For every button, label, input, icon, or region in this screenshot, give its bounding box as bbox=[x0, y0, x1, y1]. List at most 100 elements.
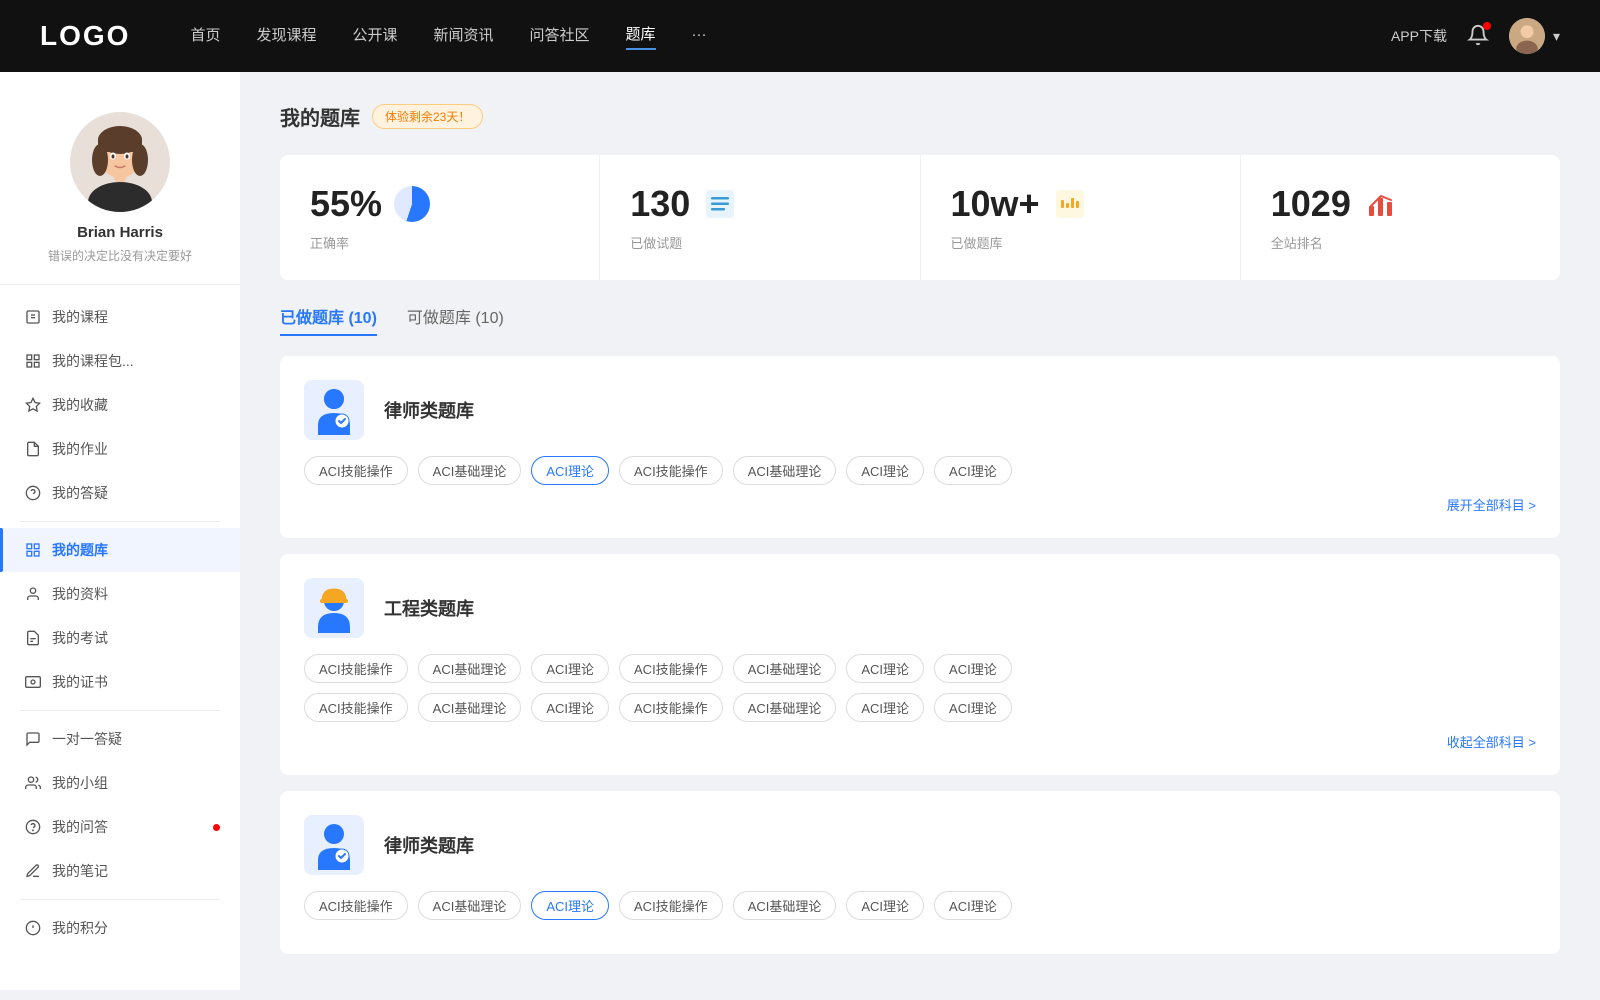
sidebar-item-my-homework[interactable]: 我的作业 bbox=[0, 427, 240, 471]
sidebar-item-my-course[interactable]: 我的课程 bbox=[0, 295, 240, 339]
sidebar-item-my-answers[interactable]: 我的问答 bbox=[0, 805, 240, 849]
main-nav: 首页 发现课程 公开课 新闻资讯 问答社区 题库 ··· bbox=[190, 23, 1391, 50]
stat-top: 55% bbox=[310, 183, 569, 225]
tag[interactable]: ACI基础理论 bbox=[733, 456, 837, 485]
tag[interactable]: ACI理论 bbox=[846, 654, 924, 683]
tag[interactable]: ACI理论 bbox=[531, 693, 609, 722]
nav-qbank[interactable]: 题库 bbox=[626, 23, 656, 50]
tag[interactable]: ACI技能操作 bbox=[619, 891, 723, 920]
logo[interactable]: LOGO bbox=[40, 20, 130, 52]
file2-icon bbox=[24, 629, 42, 647]
qbank-footer: 收起全部科目 > bbox=[304, 732, 1536, 751]
menu-label: 我的问答 bbox=[52, 817, 108, 837]
tag[interactable]: ACI技能操作 bbox=[304, 891, 408, 920]
page-header: 我的题库 体验剩余23天！ bbox=[280, 102, 1560, 131]
sidebar-item-my-notes[interactable]: 我的笔记 bbox=[0, 849, 240, 893]
tag[interactable]: ACI理论 bbox=[934, 456, 1012, 485]
tag[interactable]: ACI技能操作 bbox=[304, 693, 408, 722]
tag[interactable]: ACI基础理论 bbox=[733, 693, 837, 722]
tag[interactable]: ACI技能操作 bbox=[619, 654, 723, 683]
tag[interactable]: ACI理论 bbox=[934, 693, 1012, 722]
profile-name: Brian Harris bbox=[77, 224, 163, 241]
file-icon bbox=[24, 308, 42, 326]
tag[interactable]: ACI技能操作 bbox=[304, 456, 408, 485]
list-icon bbox=[702, 186, 738, 222]
collapse-button[interactable]: 收起全部科目 > bbox=[1447, 735, 1536, 750]
grid-icon bbox=[24, 541, 42, 559]
lawyer-icon-2 bbox=[304, 815, 364, 875]
sidebar-menu: 我的课程 我的课程包... 我的收藏 我的作业 bbox=[0, 285, 240, 960]
tag[interactable]: ACI基础理论 bbox=[733, 654, 837, 683]
tag[interactable]: ACI理论 bbox=[934, 891, 1012, 920]
tab-done-banks[interactable]: 已做题库 (10) bbox=[280, 304, 377, 336]
tag[interactable]: ACI理论 bbox=[846, 456, 924, 485]
notification-bell[interactable] bbox=[1467, 24, 1489, 49]
tag-selected[interactable]: ACI理论 bbox=[531, 456, 609, 485]
tag[interactable]: ACI理论 bbox=[846, 693, 924, 722]
sidebar-profile: Brian Harris 错误的决定比没有决定要好 bbox=[0, 102, 240, 285]
user-menu[interactable]: ▾ bbox=[1509, 18, 1560, 54]
stat-correct-rate: 55% 正确率 bbox=[280, 155, 600, 280]
nav-more[interactable]: ··· bbox=[692, 26, 707, 47]
stat-value: 10w+ bbox=[951, 183, 1040, 225]
sidebar-divider-2 bbox=[20, 710, 220, 711]
menu-label: 我的资料 bbox=[52, 584, 108, 604]
stat-top: 130 bbox=[630, 183, 889, 225]
qbank-section-lawyer2: 律师类题库 ACI技能操作 ACI基础理论 ACI理论 ACI技能操作 ACI基… bbox=[280, 791, 1560, 954]
doc-chart-icon bbox=[1052, 186, 1088, 222]
tag-row: ACI技能操作 ACI基础理论 ACI理论 ACI技能操作 ACI基础理论 AC… bbox=[304, 891, 1536, 920]
tag[interactable]: ACI基础理论 bbox=[418, 693, 522, 722]
bar-icon bbox=[24, 352, 42, 370]
nav-home[interactable]: 首页 bbox=[190, 24, 220, 49]
nav-qa[interactable]: 问答社区 bbox=[530, 24, 590, 49]
app-download-button[interactable]: APP下载 bbox=[1391, 26, 1447, 46]
chat-icon bbox=[24, 730, 42, 748]
tag[interactable]: ACI基础理论 bbox=[418, 654, 522, 683]
sidebar-item-my-points[interactable]: 我的积分 bbox=[0, 906, 240, 950]
sidebar-item-my-course-package[interactable]: 我的课程包... bbox=[0, 339, 240, 383]
sidebar-item-my-profile[interactable]: 我的资料 bbox=[0, 572, 240, 616]
sidebar-divider bbox=[20, 521, 220, 522]
tag[interactable]: ACI基础理论 bbox=[418, 891, 522, 920]
tag[interactable]: ACI基础理论 bbox=[418, 456, 522, 485]
notification-dot bbox=[1483, 22, 1491, 30]
qbank-section-header: 律师类题库 bbox=[304, 815, 1536, 875]
tag[interactable]: ACI技能操作 bbox=[619, 693, 723, 722]
qbank-section-lawyer1: 律师类题库 ACI技能操作 ACI基础理论 ACI理论 ACI技能操作 ACI基… bbox=[280, 356, 1560, 538]
stat-value: 130 bbox=[630, 183, 690, 225]
qbank-section-header: 律师类题库 bbox=[304, 380, 1536, 440]
tag-row-1: ACI技能操作 ACI基础理论 ACI理论 ACI技能操作 ACI基础理论 AC… bbox=[304, 654, 1536, 683]
stat-top: 10w+ bbox=[951, 183, 1210, 225]
answers-dot bbox=[213, 824, 220, 831]
notes-icon bbox=[24, 862, 42, 880]
sidebar-item-my-questions[interactable]: 我的答疑 bbox=[0, 471, 240, 515]
sidebar-item-my-favorites[interactable]: 我的收藏 bbox=[0, 383, 240, 427]
menu-label: 一对一答疑 bbox=[52, 729, 122, 749]
tag-selected[interactable]: ACI理论 bbox=[531, 891, 609, 920]
sidebar-item-my-exam[interactable]: 我的考试 bbox=[0, 616, 240, 660]
pie-icon bbox=[394, 186, 430, 222]
sidebar-item-my-qbank[interactable]: 我的题库 bbox=[0, 528, 240, 572]
tag[interactable]: ACI理论 bbox=[846, 891, 924, 920]
stat-ranking: 1029 全站排名 bbox=[1241, 155, 1560, 280]
chart-icon bbox=[1363, 186, 1399, 222]
qbank-title: 律师类题库 bbox=[384, 397, 474, 423]
nav-discover[interactable]: 发现课程 bbox=[256, 24, 316, 49]
sidebar-item-one-on-one[interactable]: 一对一答疑 bbox=[0, 717, 240, 761]
lawyer-icon bbox=[304, 380, 364, 440]
nav-news[interactable]: 新闻资讯 bbox=[434, 24, 494, 49]
tag[interactable]: ACI技能操作 bbox=[304, 654, 408, 683]
sidebar-item-my-group[interactable]: 我的小组 bbox=[0, 761, 240, 805]
tag[interactable]: ACI理论 bbox=[531, 654, 609, 683]
header-right: APP下载 ▾ bbox=[1391, 18, 1560, 54]
sidebar-item-my-certificate[interactable]: 我的证书 bbox=[0, 660, 240, 704]
nav-open-course[interactable]: 公开课 bbox=[352, 24, 397, 49]
engineer-icon bbox=[304, 578, 364, 638]
stat-label: 已做试题 bbox=[630, 233, 889, 252]
expand-button[interactable]: 展开全部科目 > bbox=[1447, 498, 1536, 513]
tag[interactable]: ACI技能操作 bbox=[619, 456, 723, 485]
stat-value: 1029 bbox=[1271, 183, 1351, 225]
tag[interactable]: ACI基础理论 bbox=[733, 891, 837, 920]
tab-available-banks[interactable]: 可做题库 (10) bbox=[407, 304, 504, 336]
tag[interactable]: ACI理论 bbox=[934, 654, 1012, 683]
